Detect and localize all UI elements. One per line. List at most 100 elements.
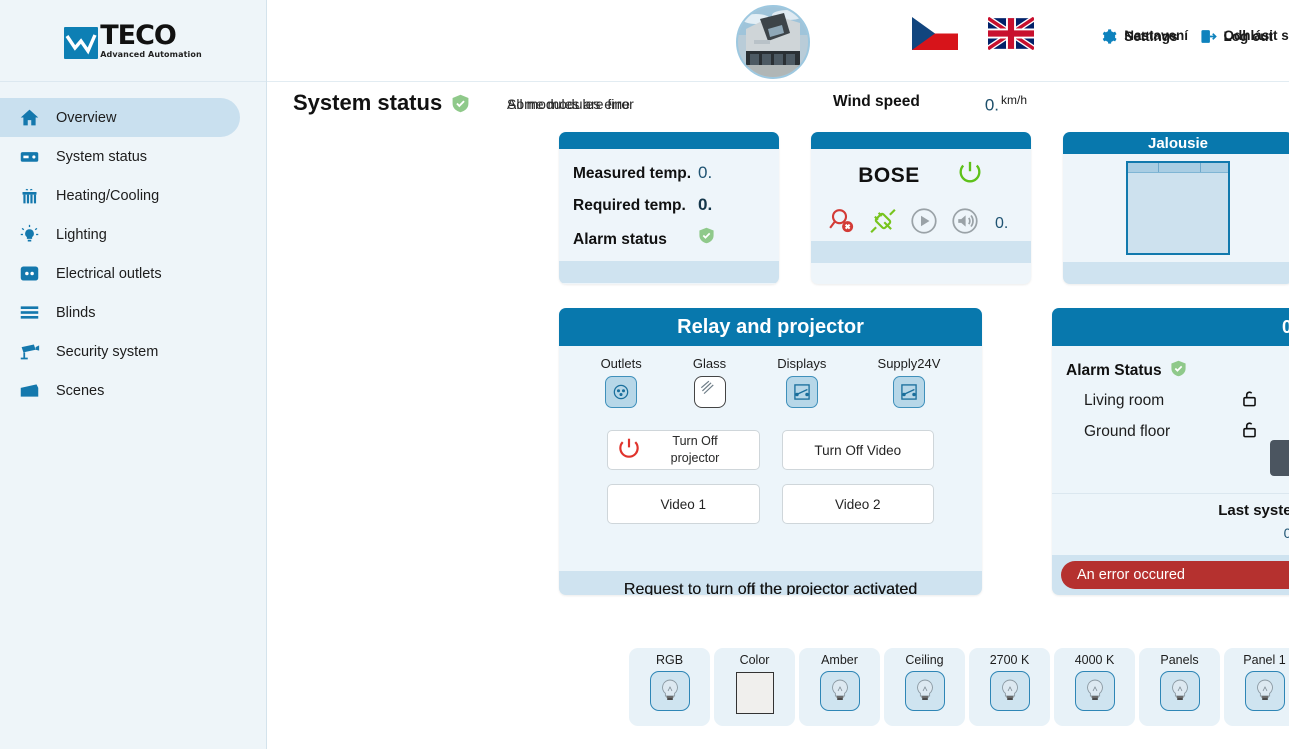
relay-device-label: Outlets bbox=[600, 356, 642, 371]
last-activity-title: Last system activity bbox=[1218, 502, 1289, 519]
camera-icon bbox=[18, 341, 40, 363]
required-temp-label: Required temp. bbox=[573, 197, 686, 214]
toggle-projector-button[interactable]: Turn On projector Turn Off projector bbox=[607, 430, 760, 470]
light-tile-ceiling[interactable]: Ceiling bbox=[884, 648, 965, 726]
measured-temp-label: Measured temp. bbox=[573, 165, 692, 182]
light-tile-label: Amber bbox=[821, 653, 858, 667]
speaker-icon[interactable] bbox=[950, 206, 980, 241]
logout-label-cs: Odhlásit se bbox=[1223, 28, 1289, 43]
cards-row-top: Measured temp. 0. Required temp. 0. Alar… bbox=[559, 132, 1289, 284]
sidebar-item-label: Heating/Cooling bbox=[56, 187, 160, 204]
relay-device-supply24v[interactable]: Supply24V bbox=[878, 356, 940, 408]
sidebar-item-lighting[interactable]: Lighting bbox=[0, 215, 240, 254]
light-tile-panels[interactable]: Panels bbox=[1139, 648, 1220, 726]
socket-icon bbox=[605, 376, 638, 408]
zone-ground-floor[interactable]: Ground floor bbox=[1084, 420, 1289, 444]
topbar: Settings Nastavení Log out Odhlásit se bbox=[267, 0, 1289, 82]
relay-device-outlets[interactable]: Outlets bbox=[601, 356, 642, 408]
video-2-button[interactable]: Video 2 bbox=[781, 484, 934, 524]
sidebar-item-label: Lighting bbox=[56, 226, 107, 243]
brand-logo[interactable]: TECO Advanced Automation bbox=[0, 0, 266, 82]
relay-device-label: Displays bbox=[777, 356, 827, 371]
light-tile-label: RGB bbox=[655, 653, 684, 667]
sidebar-nav: Overview System status Heating/Cooling L… bbox=[0, 82, 266, 410]
relay-device-glass[interactable]: Glass bbox=[693, 356, 726, 408]
required-temp-row[interactable]: Required temp. 0. bbox=[573, 195, 779, 215]
video-1-button[interactable]: Video 1 bbox=[607, 484, 760, 524]
temperature-card-header bbox=[559, 132, 779, 149]
light-tile-color[interactable]: Color bbox=[714, 648, 795, 726]
zone-living-room[interactable]: Living room bbox=[1084, 389, 1289, 413]
brand-tagline: Advanced Automation bbox=[100, 50, 202, 59]
app-root: TECO Advanced Automation Overview System… bbox=[0, 0, 1289, 749]
sidebar-item-overview[interactable]: Overview bbox=[0, 98, 240, 137]
arm-all-button[interactable]: Arm All bbox=[1270, 440, 1289, 476]
power-on-icon[interactable] bbox=[956, 159, 984, 192]
light-tile-label: 2700 K bbox=[989, 653, 1030, 667]
measured-temp-row: Measured temp. 0. bbox=[573, 163, 779, 183]
jalousie-visual[interactable] bbox=[1063, 154, 1289, 262]
system-status-message-alt: Some modules error bbox=[507, 96, 634, 112]
relay-projector-card: Relay and projector Outlets Glass Displa… bbox=[559, 308, 982, 595]
sidebar-item-label: System status bbox=[56, 148, 148, 165]
sidebar-item-security-system[interactable]: Security system bbox=[0, 332, 240, 371]
play-icon[interactable] bbox=[909, 206, 939, 241]
sidebar-item-label: Blinds bbox=[56, 304, 96, 321]
flag-gb[interactable] bbox=[986, 15, 1036, 52]
temperature-card-body: Measured temp. 0. Required temp. 0. Alar… bbox=[559, 149, 779, 249]
light-tile-2700k[interactable]: 2700 K bbox=[969, 648, 1050, 726]
sidebar-item-scenes[interactable]: Scenes bbox=[0, 371, 240, 410]
module-icon bbox=[18, 146, 40, 168]
bose-icon-row: 0. bbox=[827, 206, 1015, 241]
plug-connected-icon[interactable] bbox=[868, 206, 898, 241]
settings-label-cs: Nastavení bbox=[1124, 28, 1189, 43]
sidebar-item-heating-cooling[interactable]: Heating/Cooling bbox=[0, 176, 240, 215]
security-card-body: Alarm Status Living room Ground floor bbox=[1052, 346, 1289, 493]
relay-card-footer: Request to turn off the projector activa… bbox=[559, 571, 982, 595]
socket-icon bbox=[18, 263, 40, 285]
jalousie-window[interactable] bbox=[1126, 161, 1230, 255]
sidebar-item-electrical-outlets[interactable]: Electrical outlets bbox=[0, 254, 240, 293]
sidebar-item-blinds[interactable]: Blinds bbox=[0, 293, 240, 332]
status-strip: System status All modules are fine Some … bbox=[267, 82, 1289, 128]
search-error-icon[interactable] bbox=[827, 206, 857, 241]
alarm-status-label: Alarm Status bbox=[1066, 362, 1162, 379]
light-tile-label: Color bbox=[739, 653, 770, 667]
system-status-heading: System status bbox=[293, 90, 470, 116]
security-card-header: 0. bbox=[1052, 308, 1289, 346]
required-temp-value: 0. bbox=[698, 195, 713, 214]
radiator-icon bbox=[18, 185, 40, 207]
main-area: Settings Nastavení Log out Odhlásit se bbox=[267, 0, 1289, 749]
wind-speed-unit: km/h bbox=[1001, 93, 1028, 107]
avatar[interactable] bbox=[736, 5, 810, 79]
light-tile-rgb[interactable]: RGB bbox=[629, 648, 710, 726]
light-tile-4000k[interactable]: 4000 K bbox=[1054, 648, 1135, 726]
brand-name: TECO bbox=[100, 20, 177, 51]
turn-off-video-button[interactable]: Turn Off Video bbox=[781, 430, 934, 470]
light-tile-label: Panels bbox=[1160, 653, 1199, 667]
light-tile-panel-1[interactable]: Panel 1 bbox=[1224, 648, 1289, 726]
language-flags bbox=[912, 15, 1036, 52]
bulb-icon bbox=[649, 671, 690, 711]
gear-icon bbox=[1100, 28, 1117, 45]
sidebar-item-label: Overview bbox=[56, 109, 117, 126]
temperature-card: Measured temp. 0. Required temp. 0. Alar… bbox=[559, 132, 779, 284]
settings-button[interactable]: Settings Nastavení bbox=[1100, 28, 1188, 45]
sidebar-item-system-status[interactable]: System status bbox=[0, 137, 240, 176]
settings-label: Settings Nastavení bbox=[1124, 28, 1188, 45]
flag-cz[interactable] bbox=[912, 17, 958, 50]
teco-logo-mark bbox=[64, 27, 99, 59]
shield-ok-icon bbox=[451, 94, 470, 113]
sidebar: TECO Advanced Automation Overview System… bbox=[0, 0, 267, 749]
scenes-icon bbox=[18, 380, 40, 402]
bose-value: 0. bbox=[995, 214, 1009, 232]
logout-button[interactable]: Log out Odhlásit se bbox=[1200, 28, 1289, 45]
logout-label: Log out Odhlásit se bbox=[1224, 28, 1289, 45]
error-status-badge: An error occured bbox=[1061, 561, 1289, 589]
projector-label-off: Turn Off projector bbox=[670, 434, 720, 465]
system-status-message: All modules are fine Some modules error bbox=[507, 96, 634, 114]
power-off-icon bbox=[616, 436, 642, 465]
light-tile-amber[interactable]: Amber bbox=[799, 648, 880, 726]
relay-card-body: Outlets Glass Displays Supply24V Turn On… bbox=[559, 346, 982, 571]
relay-device-displays[interactable]: Displays bbox=[777, 356, 826, 408]
